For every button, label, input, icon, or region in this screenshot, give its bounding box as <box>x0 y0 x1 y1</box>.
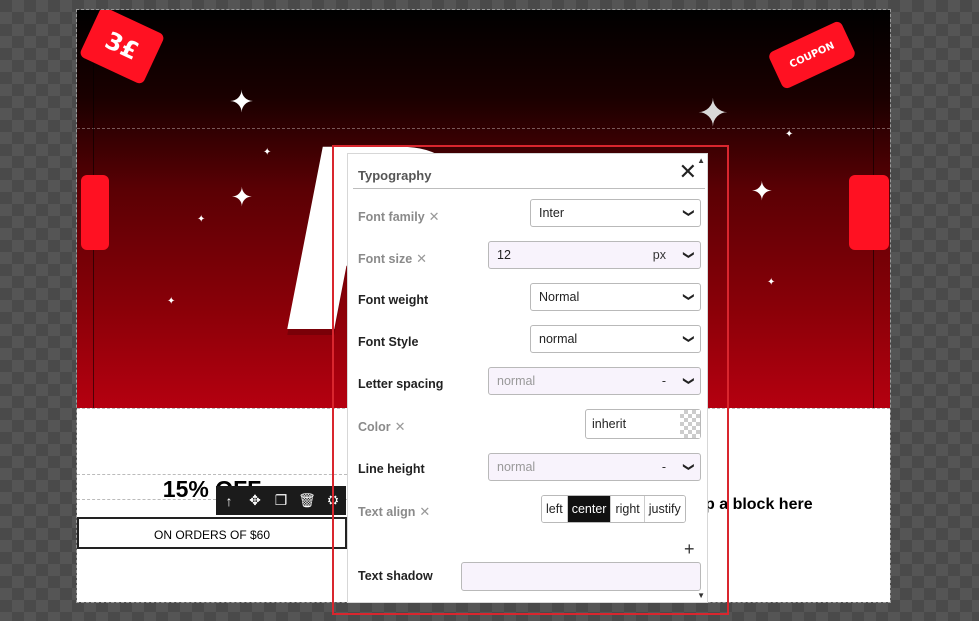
font-size-value: 12 <box>497 248 511 262</box>
coupon-ticket-right: COUPON <box>767 19 857 91</box>
font-size-unit[interactable]: px <box>653 242 666 268</box>
coupon-ticket-edge-right <box>849 175 889 250</box>
letter-spacing-label: Letter spacing <box>358 377 444 391</box>
sparkle-icon: ✦ <box>231 182 253 212</box>
sparkle-icon: ✦ <box>751 176 773 206</box>
font-weight-value: Normal <box>539 290 580 304</box>
sparkle-icon: ✦ <box>697 93 729 135</box>
font-style-label: Font Style <box>358 335 419 349</box>
chevron-down-icon[interactable]: ❯ <box>675 250 701 259</box>
line-height-label: Line height <box>358 462 425 476</box>
color-value: inherit <box>592 417 627 431</box>
sparkle-icon: ✦ <box>263 147 272 158</box>
sparkle-icon: ✦ <box>167 296 176 307</box>
letter-spacing-unit[interactable]: - <box>662 368 666 394</box>
line-height-unit[interactable]: - <box>662 454 666 480</box>
color-label-text: Color <box>358 420 391 434</box>
font-style-value: normal <box>539 332 578 346</box>
copy-icon[interactable]: ❐ <box>271 492 291 509</box>
line-height-placeholder: normal <box>497 460 536 474</box>
color-input[interactable]: inherit <box>585 409 701 439</box>
sparkle-icon: ✦ <box>229 86 255 119</box>
align-justify-option[interactable]: justify <box>643 496 685 522</box>
letter-spacing-input[interactable]: normal - ❯ <box>488 367 701 395</box>
align-center-option[interactable]: center <box>566 496 611 522</box>
move-icon[interactable]: ✥ <box>245 492 265 509</box>
font-family-label: Font family ✕ <box>358 209 440 225</box>
font-size-label: Font size ✕ <box>358 251 427 267</box>
chevron-down-icon: ❯ <box>682 208 695 218</box>
clear-color-icon[interactable]: ✕ <box>395 419 406 434</box>
font-style-select[interactable]: normal ❯ <box>530 325 701 353</box>
font-weight-label: Font weight <box>358 293 429 307</box>
trash-icon[interactable]: 🗑 <box>297 492 317 509</box>
text-align-group: left center right justify <box>541 495 686 523</box>
offer-button[interactable]: ON ORDERS OF $60 <box>77 517 347 549</box>
line-height-input[interactable]: normal - ❯ <box>488 453 701 481</box>
clear-text-align-icon[interactable]: ✕ <box>419 504 430 519</box>
scroll-down-icon[interactable]: ▼ <box>697 591 705 600</box>
typography-title: Typography <box>358 168 432 183</box>
color-swatch[interactable] <box>680 410 700 438</box>
sparkle-icon: ✦ <box>197 214 206 225</box>
close-icon[interactable]: ✕ <box>679 161 697 183</box>
font-weight-select[interactable]: Normal ❯ <box>530 283 701 311</box>
text-shadow-field[interactable] <box>461 562 701 591</box>
chevron-down-icon: ❯ <box>682 292 695 302</box>
typography-panel: ▲ Typography ✕ Font family ✕ Inter ❯ Font… <box>347 153 708 603</box>
color-label: Color ✕ <box>358 419 406 435</box>
align-left-option[interactable]: left <box>542 496 567 522</box>
font-family-select[interactable]: Inter ❯ <box>530 199 701 227</box>
typography-header: Typography ✕ <box>353 158 705 189</box>
coupon-ticket-left-text: 3£ <box>100 25 144 66</box>
coupon-ticket-left: 3£ <box>78 10 166 86</box>
coupon-ticket-edge-left <box>81 175 109 250</box>
align-right-option[interactable]: right <box>610 496 644 522</box>
letter-spacing-placeholder: normal <box>497 374 536 388</box>
chevron-down-icon: ❯ <box>682 334 695 344</box>
text-shadow-label: Text shadow <box>358 569 433 583</box>
sparkle-icon: ✦ <box>767 277 776 288</box>
block-toolbar: ↑ ✥ ❐ 🗑 ⚙ <box>216 486 346 515</box>
text-align-label-text: Text align <box>358 505 416 519</box>
add-text-shadow-button[interactable]: + <box>684 539 695 560</box>
arrow-up-icon[interactable]: ↑ <box>219 493 239 509</box>
font-size-label-text: Font size <box>358 252 413 266</box>
chevron-down-icon[interactable]: ❯ <box>675 376 701 385</box>
font-family-label-text: Font family <box>358 210 425 224</box>
font-size-input[interactable]: 12 px ❯ <box>488 241 701 269</box>
text-align-label: Text align ✕ <box>358 504 430 520</box>
clear-font-size-icon[interactable]: ✕ <box>416 251 427 266</box>
font-family-value: Inter <box>539 206 565 220</box>
chevron-down-icon[interactable]: ❯ <box>675 462 701 471</box>
hero-guide-line <box>77 128 890 129</box>
coupon-ticket-right-text: COUPON <box>787 39 837 71</box>
clear-font-family-icon[interactable]: ✕ <box>429 209 440 224</box>
sparkle-icon: ✦ <box>785 129 794 140</box>
